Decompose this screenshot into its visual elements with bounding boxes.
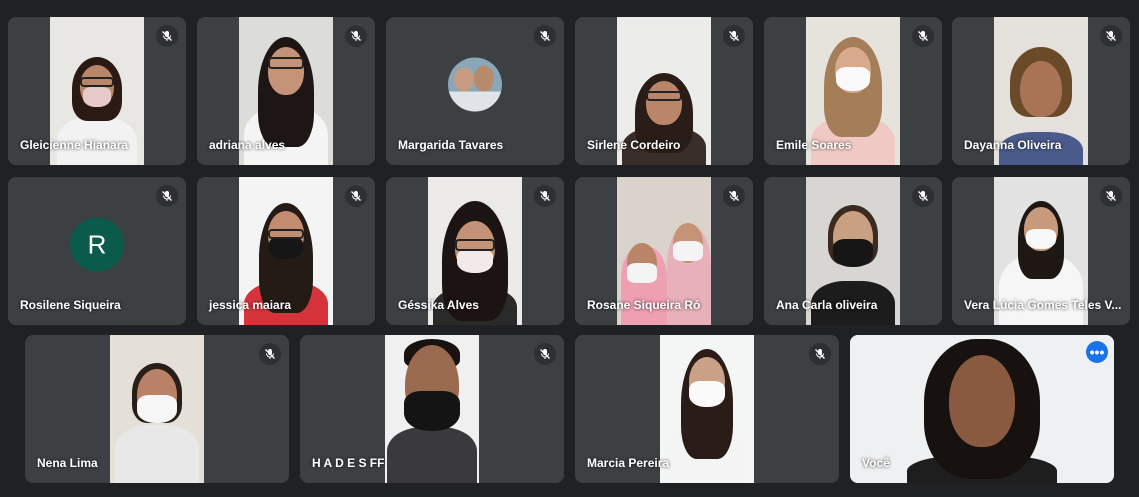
participant-tile[interactable]: Ana Carla oliveira (764, 177, 942, 325)
mic-off-icon (912, 25, 934, 47)
participant-tile[interactable]: H A D E S FF (300, 335, 564, 483)
participant-tile[interactable]: jessica maiara (197, 177, 375, 325)
participant-name: jessica maiara (209, 298, 292, 312)
mic-off-icon (534, 343, 556, 365)
participant-tile[interactable]: Marcia Pereira (575, 335, 839, 483)
participant-name: Emile Soares (776, 138, 852, 152)
mic-off-icon (345, 185, 367, 207)
participant-tile[interactable]: Nena Lima (25, 335, 289, 483)
participant-name: Dayanna Oliveira (964, 138, 1062, 152)
participant-name: H A D E S FF (312, 456, 385, 470)
participant-name: Ana Carla oliveira (776, 298, 878, 312)
participant-name: Géssika Alves (398, 298, 479, 312)
mic-off-icon (1100, 25, 1122, 47)
participant-name: Rosilene Siqueira (20, 298, 121, 312)
avatar-initial: R (70, 217, 124, 272)
participant-video (385, 335, 479, 483)
participant-tile[interactable]: Margarida Tavares (386, 17, 564, 165)
participant-tile[interactable]: Emile Soares (764, 17, 942, 165)
mic-off-icon (534, 25, 556, 47)
participant-name: Nena Lima (37, 456, 98, 470)
mic-off-icon (723, 185, 745, 207)
mic-off-icon (156, 185, 178, 207)
participant-name: Rosane Siqueira Ró (587, 298, 701, 312)
participant-tile[interactable]: Rosane Siqueira Ró (575, 177, 753, 325)
participant-tile[interactable]: R Rosilene Siqueira (8, 177, 186, 325)
more-options-icon[interactable]: ••• (1086, 341, 1108, 363)
participant-name: Sirlene Cordeiro (587, 138, 681, 152)
mic-off-icon (156, 25, 178, 47)
participant-name: Marcia Pereira (587, 456, 670, 470)
participant-tile[interactable]: Dayanna Oliveira (952, 17, 1130, 165)
mic-off-icon (723, 25, 745, 47)
mic-off-icon (345, 25, 367, 47)
participant-name: adriana alves (209, 138, 286, 152)
participant-name: Vera Lúcia Gomes Teles V... (964, 298, 1122, 312)
participant-name: Você (862, 456, 890, 470)
self-view-tile[interactable]: ••• Você (850, 335, 1114, 483)
mic-off-icon (259, 343, 281, 365)
participant-tile[interactable]: Sirlene Cordeiro (575, 17, 753, 165)
avatar (448, 57, 502, 112)
participant-tile[interactable]: adriana alves (197, 17, 375, 165)
participant-video (660, 335, 754, 483)
participant-video (110, 335, 204, 483)
mic-off-icon (912, 185, 934, 207)
participant-tile[interactable]: Vera Lúcia Gomes Teles V... (952, 177, 1130, 325)
participant-name: Margarida Tavares (398, 138, 504, 152)
participant-name: Gleicienne Hianara (20, 138, 129, 152)
participant-tile[interactable]: Géssika Alves (386, 177, 564, 325)
mic-off-icon (809, 343, 831, 365)
mic-off-icon (534, 185, 556, 207)
participant-tile[interactable]: Gleicienne Hianara (8, 17, 186, 165)
mic-off-icon (1100, 185, 1122, 207)
